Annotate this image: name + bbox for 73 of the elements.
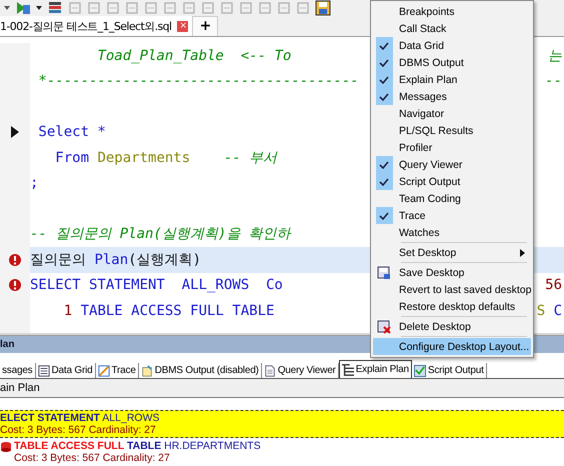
code-line: From Departments -- 부서 [54,148,278,167]
panel-tab[interactable]: Script Output [412,363,487,378]
menu-item[interactable]: Navigator [373,105,531,122]
plan-operation: ELECT STATEMENT ALL_ROWS [0,412,160,424]
new-tab-button[interactable]: + [192,16,218,36]
menu-item[interactable]: PL/SQL Results [373,122,531,139]
panel-tab[interactable]: DBMS Output (disabled) [138,363,262,378]
code-line-fragment: -- [545,73,563,90]
menu-item[interactable]: Delete Desktop [373,318,531,335]
menu-item[interactable]: Team Coding [373,190,531,207]
run-icon[interactable] [15,0,31,16]
save-icon [377,266,391,280]
menu-item[interactable]: Restore desktop defaults [373,298,531,315]
code-line: ; [30,175,38,192]
output-icon [414,364,426,376]
checkmark-icon [376,207,392,224]
menu-item[interactable]: Set Desktop [373,244,531,261]
grid-icon [38,364,50,376]
menu-item[interactable]: Query Viewer [373,156,531,173]
document-icon [264,364,276,376]
checkmark-icon [376,88,392,105]
panel-tab[interactable]: Data Grid [36,363,96,378]
menu-item[interactable]: Messages [373,88,531,105]
plan-row[interactable]: TABLE ACCESS FULL TABLE HR.DEPARTMENTS Cost: 3 Bytes: 567 Cardinality: 27 [0,438,564,466]
code-line: -- 질의문의 Plan(실행계획)을 확인하 [30,225,291,244]
panel-title: lan [0,339,14,350]
menu-item[interactable]: Explain Plan [373,71,531,88]
plan-stats: Cost: 3 Bytes: 567 Cardinality: 27 [13,452,171,464]
menu-item[interactable]: Watches [373,224,531,241]
menu-item[interactable]: Script Output [373,173,531,190]
current-statement-icon[interactable] [11,126,19,138]
menu-item[interactable]: Revert to last saved desktop [373,281,531,298]
trace-icon [98,364,110,376]
plan-header: ain Plan [0,382,40,394]
checkmark-icon [376,156,392,173]
menu-item[interactable]: Call Stack [373,20,531,37]
code-line: 1 TABLE ACCESS FULL TABLE [62,302,274,319]
close-button[interactable]: × [177,20,188,32]
tab-title[interactable]: 1-002-질의문 테스트_1_Select외.sql [0,18,172,34]
error-icon[interactable] [9,254,21,266]
checkmark-icon [376,173,392,190]
save-desktop-icon[interactable] [315,0,331,16]
panel-tab[interactable]: Query Viewer [262,363,339,378]
menu-item[interactable]: Data Grid [373,37,531,54]
code-line: 질의문의 Plan(실행계획) [30,250,202,269]
panel-tab[interactable]: ssages [0,363,36,378]
menu-item[interactable]: Save Desktop [373,264,531,281]
code-line: *------------------------------------- [37,73,359,90]
menu-item[interactable]: Profiler [373,139,531,156]
table-icon [0,440,12,452]
output-icon [140,364,153,376]
panel-tab[interactable]: Explain Plan [338,360,412,378]
checkmark-icon [376,37,392,54]
plan-stats: Cost: 3 Bytes: 567 Cardinality: 27 [0,424,157,436]
menu-item[interactable]: Breakpoints [373,3,531,20]
menu-item[interactable]: Trace [373,207,531,224]
code-line: Toad_Plan_Table <-- To [96,48,292,64]
delete-icon [377,320,391,334]
menu-item[interactable]: Configure Desktop Layout... [373,338,531,355]
plan-operation: TABLE ACCESS FULL TABLE HR.DEPARTMENTS [14,440,261,452]
code-line: Select * [37,124,106,140]
menu-item[interactable]: DBMS Output [373,54,531,71]
code-line-fragment: 56 [545,277,563,294]
panel-tab[interactable]: Trace [96,363,139,378]
code-line: SELECT STATEMENT ALL_ROWS Co [30,277,283,294]
plan-row-selected[interactable]: ELECT STATEMENT ALL_ROWS Cost: 3 Bytes: 567 Cardinality: 27 [0,410,564,438]
error-icon[interactable] [9,279,21,292]
tree-icon [342,364,354,376]
document-tab[interactable]: 1-002-질의문 테스트_1_Select외.sql × [0,16,192,36]
code-line-fragment: 는 [548,46,563,65]
stack-icon[interactable] [47,0,63,16]
submenu-arrow-icon [520,248,525,256]
code-line-fragment: S C [536,302,563,319]
